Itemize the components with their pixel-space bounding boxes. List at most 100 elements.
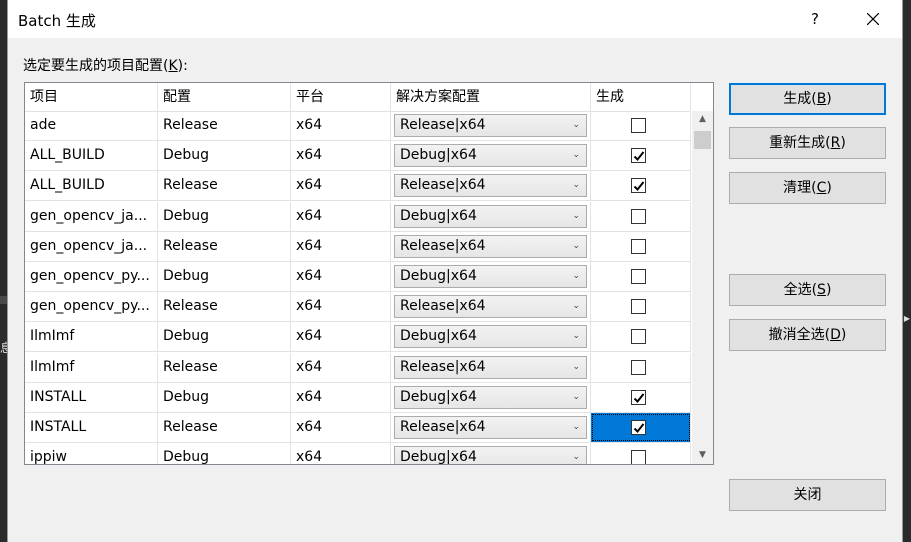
cell-config: Debug	[158, 443, 291, 464]
close-window-button[interactable]	[850, 0, 896, 38]
build-checkbox[interactable]	[631, 359, 646, 375]
column-header-project[interactable]: 项目	[25, 83, 158, 111]
vertical-scrollbar[interactable]: ▲ ▼	[692, 111, 713, 464]
deselect-all-button[interactable]: 撤消全选(D)	[729, 319, 886, 351]
cell-solution-config: Release|x64 ⌄	[391, 111, 591, 140]
cell-build[interactable]	[591, 352, 691, 382]
dropdown-value: Debug|x64	[400, 388, 477, 405]
build-checkbox[interactable]	[631, 450, 646, 464]
cell-build[interactable]	[591, 141, 691, 171]
cell-build[interactable]	[591, 292, 691, 322]
cell-build[interactable]	[591, 413, 691, 442]
chevron-down-icon: ⌄	[572, 331, 580, 342]
dropdown-value: Release|x64	[400, 358, 486, 375]
table-row[interactable]: gen_opencv_py... Release x64 Release|x64 ⌄	[25, 292, 691, 323]
cell-platform: x64	[291, 322, 391, 352]
cell-project: INSTALL	[25, 413, 158, 442]
chevron-down-icon: ⌄	[572, 210, 580, 221]
checkmark-icon	[633, 181, 645, 192]
cell-solution-config: Release|x64 ⌄	[391, 413, 591, 442]
help-button[interactable]: ?	[792, 0, 838, 38]
build-checkbox[interactable]	[631, 329, 646, 345]
solution-config-dropdown[interactable]: Release|x64 ⌄	[394, 174, 587, 198]
build-checkbox[interactable]	[631, 389, 646, 405]
cell-project: ippiw	[25, 443, 158, 464]
cell-solution-config: Debug|x64 ⌄	[391, 201, 591, 231]
solution-config-dropdown[interactable]: Debug|x64 ⌄	[394, 204, 587, 228]
cell-config: Debug	[158, 322, 291, 352]
cell-platform: x64	[291, 111, 391, 140]
build-checkbox[interactable]	[631, 148, 646, 164]
cell-build[interactable]	[591, 262, 691, 291]
dropdown-value: Debug|x64	[400, 207, 477, 224]
cell-build[interactable]	[591, 322, 691, 352]
cell-solution-config: Debug|x64 ⌄	[391, 382, 591, 412]
chevron-down-icon: ⌄	[572, 150, 580, 161]
table-row[interactable]: gen_opencv_py... Debug x64 Debug|x64 ⌄	[25, 262, 691, 292]
solution-config-dropdown[interactable]: Release|x64 ⌄	[394, 114, 587, 137]
cell-config: Release	[158, 171, 291, 201]
solution-config-dropdown[interactable]: Release|x64 ⌄	[394, 416, 587, 439]
build-checkbox[interactable]	[631, 269, 646, 284]
cell-config: Debug	[158, 262, 291, 291]
solution-config-dropdown[interactable]: Release|x64 ⌄	[394, 234, 587, 258]
solution-config-dropdown[interactable]: Debug|x64 ⌄	[394, 144, 587, 168]
column-header-platform[interactable]: 平台	[291, 83, 391, 111]
build-checkbox[interactable]	[631, 238, 646, 254]
table-row[interactable]: ade Release x64 Release|x64 ⌄	[25, 111, 691, 141]
cell-config: Release	[158, 413, 291, 442]
build-checkbox[interactable]	[631, 299, 646, 315]
table-row[interactable]: ippiw Debug x64 Debug|x64 ⌄	[25, 443, 691, 465]
table-row[interactable]: ALL_BUILD Release x64 Release|x64 ⌄	[25, 171, 691, 202]
column-header-config[interactable]: 配置	[158, 83, 291, 111]
table-row[interactable]: IlmImf Debug x64 Debug|x64 ⌄	[25, 322, 691, 353]
dropdown-value: Debug|x64	[400, 328, 477, 345]
cell-build[interactable]	[591, 201, 691, 231]
solution-config-dropdown[interactable]: Debug|x64 ⌄	[394, 325, 587, 349]
cell-build[interactable]	[591, 231, 691, 261]
cell-solution-config: Release|x64 ⌄	[391, 231, 591, 261]
clean-button[interactable]: 清理(C)	[729, 172, 886, 204]
solution-config-dropdown[interactable]: Debug|x64 ⌄	[394, 385, 587, 409]
solution-config-dropdown[interactable]: Debug|x64 ⌄	[394, 265, 587, 288]
cell-build[interactable]	[591, 443, 691, 464]
solution-config-dropdown[interactable]: Release|x64 ⌄	[394, 355, 587, 379]
dropdown-value: Release|x64	[400, 298, 486, 315]
scroll-thumb[interactable]	[694, 131, 711, 149]
cell-platform: x64	[291, 171, 391, 201]
build-checkbox[interactable]	[631, 178, 646, 194]
rebuild-button[interactable]: 重新生成(R)	[729, 127, 886, 159]
table-row[interactable]: gen_opencv_ja... Debug x64 Debug|x64 ⌄	[25, 201, 691, 232]
project-config-grid[interactable]: 项目 配置 平台 解决方案配置 生成 ade Release x64 Release|…	[24, 82, 714, 465]
dropdown-value: Debug|x64	[400, 147, 477, 164]
build-checkbox[interactable]	[631, 208, 646, 224]
cell-build[interactable]	[591, 382, 691, 412]
dropdown-value: Debug|x64	[400, 449, 477, 465]
build-checkbox[interactable]	[631, 118, 646, 133]
table-row[interactable]: INSTALL Debug x64 Debug|x64 ⌄	[25, 382, 691, 413]
cell-build[interactable]	[591, 111, 691, 140]
column-header-build[interactable]: 生成	[591, 83, 691, 111]
column-header-solution-config[interactable]: 解决方案配置	[391, 83, 591, 111]
build-button[interactable]: 生成(B)	[729, 83, 886, 115]
table-row[interactable]: ALL_BUILD Debug x64 Debug|x64 ⌄	[25, 141, 691, 172]
table-row[interactable]: IlmImf Release x64 Release|x64 ⌄	[25, 352, 691, 383]
select-all-button[interactable]: 全选(S)	[729, 274, 886, 306]
accelerator-key: K	[168, 58, 178, 74]
chevron-down-icon: ⌄	[572, 301, 580, 312]
cell-build[interactable]	[591, 171, 691, 201]
background-window-edge: 息	[0, 0, 7, 542]
cell-solution-config: Release|x64 ⌄	[391, 171, 591, 201]
table-row[interactable]: gen_opencv_ja... Release x64 Release|x64 ⌄	[25, 231, 691, 262]
close-button[interactable]: 关闭	[729, 479, 886, 511]
cell-project: IlmImf	[25, 352, 158, 382]
solution-config-dropdown[interactable]: Debug|x64 ⌄	[394, 446, 587, 465]
cell-platform: x64	[291, 231, 391, 261]
table-row[interactable]: INSTALL Release x64 Release|x64 ⌄	[25, 413, 691, 443]
scroll-up-icon[interactable]: ▲	[692, 111, 713, 128]
scroll-down-icon[interactable]: ▼	[692, 447, 713, 464]
cell-project: gen_opencv_ja...	[25, 201, 158, 231]
solution-config-dropdown[interactable]: Release|x64 ⌄	[394, 295, 587, 319]
build-checkbox[interactable]	[631, 420, 646, 435]
cell-platform: x64	[291, 413, 391, 442]
